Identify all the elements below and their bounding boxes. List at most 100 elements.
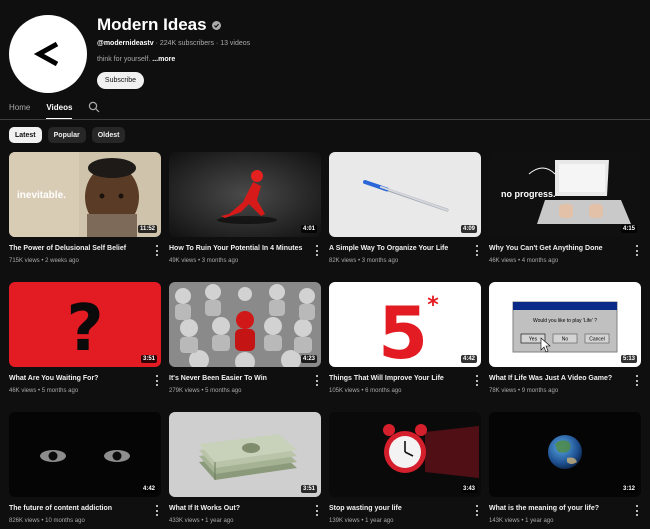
- more-options-icon[interactable]: [635, 375, 639, 386]
- video-title[interactable]: What is the meaning of your life?: [489, 505, 599, 512]
- video-thumbnail[interactable]: Would you like to play 'Life' ? Yes No C…: [489, 282, 641, 367]
- video-meta: 82K views • 3 months ago: [329, 258, 399, 264]
- video-title[interactable]: How To Ruin Your Potential In 4 Minutes: [169, 245, 302, 252]
- video-card[interactable]: Would you like to play 'Life' ? Yes No C…: [489, 282, 641, 412]
- svg-text:?: ?: [66, 292, 103, 366]
- video-thumbnail[interactable]: 3:51: [169, 412, 321, 497]
- video-meta: 279K views • 5 months ago: [169, 388, 242, 394]
- svg-text:No: No: [562, 337, 569, 343]
- question-mark-image: ?: [9, 282, 161, 367]
- channel-avatar[interactable]: [9, 15, 87, 93]
- tab-divider: [0, 119, 650, 120]
- video-card[interactable]: 4:42 The future of content addiction 826…: [9, 412, 161, 529]
- verified-check-icon: [211, 20, 221, 30]
- video-duration: 4:23: [300, 355, 317, 363]
- more-options-icon[interactable]: [475, 375, 479, 386]
- chip-popular[interactable]: Popular: [47, 127, 86, 143]
- more-options-icon[interactable]: [315, 505, 319, 516]
- video-duration: 3:51: [140, 355, 157, 363]
- more-options-icon[interactable]: [635, 245, 639, 256]
- video-title[interactable]: The future of content addiction: [9, 505, 112, 512]
- video-title[interactable]: Things That Will Improve Your Life: [329, 375, 444, 382]
- video-card[interactable]: no progress. 4:15 Why You Can't Get Anyt…: [489, 152, 641, 282]
- video-thumbnail[interactable]: 3:12: [489, 412, 641, 497]
- video-thumbnail[interactable]: 4:42: [9, 412, 161, 497]
- video-thumbnail[interactable]: 4:23: [169, 282, 321, 367]
- video-title[interactable]: Why You Can't Get Anything Done: [489, 245, 603, 252]
- video-meta: 46K views • 4 months ago: [489, 258, 559, 264]
- video-title[interactable]: Stop wasting your life: [329, 505, 402, 512]
- video-duration: 4:01: [300, 225, 317, 233]
- video-meta: 143K views • 1 year ago: [489, 518, 554, 524]
- pen-on-white-image: [329, 152, 481, 237]
- video-thumbnail[interactable]: ? 3:51: [9, 282, 161, 367]
- more-options-icon[interactable]: [315, 245, 319, 256]
- video-meta: 46K views • 5 months ago: [9, 388, 79, 394]
- video-card[interactable]: 4:09 A Simple Way To Organize Your Life …: [329, 152, 481, 282]
- more-options-icon[interactable]: [635, 505, 639, 516]
- video-card[interactable]: 5 * 4:42 Things That Will Improve Your L…: [329, 282, 481, 412]
- subscribe-button[interactable]: Subscribe: [97, 72, 144, 89]
- video-card[interactable]: 3:51 What If It Works Out? 433K views • …: [169, 412, 321, 529]
- alarm-clock-image: [329, 412, 481, 497]
- svg-text:*: *: [427, 293, 439, 318]
- video-duration: 4:09: [460, 225, 477, 233]
- video-thumbnail[interactable]: no progress. 4:15: [489, 152, 641, 237]
- video-meta: 78K views • 9 months ago: [489, 388, 559, 394]
- video-duration: 11:52: [137, 225, 157, 233]
- video-thumbnail[interactable]: 3:43: [329, 412, 481, 497]
- video-card[interactable]: 3:43 Stop wasting your life 139K views •…: [329, 412, 481, 529]
- video-duration: 4:42: [140, 485, 157, 493]
- video-card[interactable]: 4:23 It's Never Been Easier To Win 279K …: [169, 282, 321, 412]
- more-options-icon[interactable]: [155, 505, 159, 516]
- video-title[interactable]: A Simple Way To Organize Your Life: [329, 245, 448, 252]
- channel-tabs: Home Videos: [9, 100, 100, 120]
- video-card[interactable]: inevitable. 11:52 The Power of Delusiona…: [9, 152, 161, 282]
- chip-oldest[interactable]: Oldest: [91, 127, 126, 143]
- more-link[interactable]: ...more: [152, 56, 175, 63]
- video-meta: 433K views • 1 year ago: [169, 518, 234, 524]
- svg-text:inevitable.: inevitable.: [17, 190, 66, 201]
- video-duration: 3:12: [620, 485, 637, 493]
- video-title[interactable]: What Are You Waiting For?: [9, 375, 98, 382]
- crowd-red-figure-image: [169, 282, 321, 367]
- channel-name: Modern Ideas: [97, 15, 221, 35]
- more-options-icon[interactable]: [475, 245, 479, 256]
- video-card[interactable]: 3:12 What is the meaning of your life? 1…: [489, 412, 641, 529]
- sort-chips: Latest Popular Oldest: [9, 127, 126, 143]
- video-meta: 49K views • 3 months ago: [169, 258, 239, 264]
- video-card[interactable]: 4:01 How To Ruin Your Potential In 4 Min…: [169, 152, 321, 282]
- video-duration: 4:15: [620, 225, 637, 233]
- video-thumbnail[interactable]: 4:09: [329, 152, 481, 237]
- video-title[interactable]: The Power of Delusional Self Belief: [9, 245, 126, 252]
- video-thumbnail[interactable]: 4:01: [169, 152, 321, 237]
- video-duration: 3:51: [300, 485, 317, 493]
- eyes-in-dark-image: [9, 412, 161, 497]
- svg-text:5: 5: [378, 291, 428, 367]
- video-card[interactable]: ? 3:51 What Are You Waiting For? 46K vie…: [9, 282, 161, 412]
- tab-videos[interactable]: Videos: [46, 100, 73, 120]
- video-thumbnail[interactable]: inevitable. 11:52: [9, 152, 161, 237]
- video-title[interactable]: What If It Works Out?: [169, 505, 240, 512]
- video-meta: 105K views • 6 months ago: [329, 388, 402, 394]
- svg-text:Cancel: Cancel: [589, 337, 605, 343]
- number-five-image: 5 *: [329, 282, 481, 367]
- chip-latest[interactable]: Latest: [9, 127, 42, 143]
- subscriber-count: 224K subscribers: [159, 40, 214, 47]
- search-icon[interactable]: [88, 101, 100, 113]
- video-title[interactable]: What If Life Was Just A Video Game?: [489, 375, 612, 382]
- tab-home[interactable]: Home: [9, 100, 30, 120]
- channel-description[interactable]: think for yourself. ...more: [97, 56, 175, 63]
- more-options-icon[interactable]: [315, 375, 319, 386]
- channel-meta: @modernideastv · 224K subscribers · 13 v…: [97, 40, 251, 47]
- more-options-icon[interactable]: [475, 505, 479, 516]
- video-thumbnail[interactable]: 5 * 4:42: [329, 282, 481, 367]
- video-duration: 5:13: [620, 355, 637, 363]
- video-title[interactable]: It's Never Been Easier To Win: [169, 375, 267, 382]
- more-options-icon[interactable]: [155, 245, 159, 256]
- channel-handle: @modernideastv: [97, 40, 154, 47]
- video-meta: 826K views • 10 months ago: [9, 518, 85, 524]
- svg-text:Yes: Yes: [529, 337, 538, 343]
- more-options-icon[interactable]: [155, 375, 159, 386]
- svg-text:Would you like to play 'Life': Would you like to play 'Life' ?: [533, 318, 597, 324]
